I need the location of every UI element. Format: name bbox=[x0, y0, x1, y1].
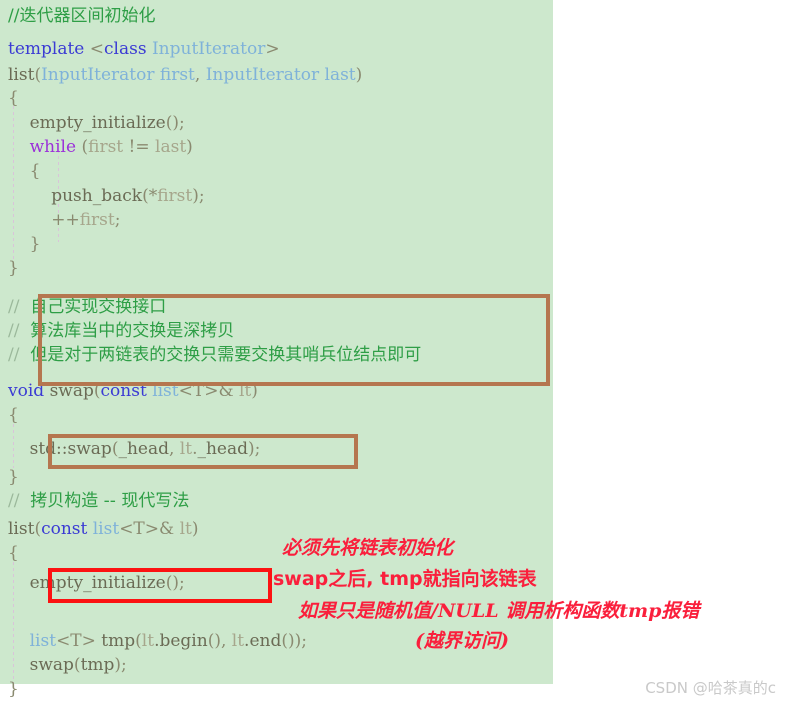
code-line: } bbox=[8, 466, 19, 488]
code-token: lt bbox=[231, 631, 245, 651]
code-token: swap bbox=[8, 655, 74, 675]
annotation-init-list: 必须先将链表初始化 bbox=[282, 537, 454, 559]
code-line: } bbox=[8, 678, 19, 700]
code-token: { bbox=[8, 88, 19, 108]
code-token: first bbox=[88, 137, 124, 157]
code-token: < bbox=[84, 39, 105, 59]
code-token: template bbox=[8, 39, 85, 59]
code-line: list(const list<T>& lt) bbox=[8, 518, 198, 540]
code-token: , bbox=[194, 65, 206, 85]
code-line: //迭代器区间初始化 bbox=[8, 5, 155, 27]
code-token: // bbox=[8, 345, 25, 365]
csdn-watermark: CSDN @哈茶真的c bbox=[645, 679, 776, 697]
code-line: list<T> tmp(lt.begin(), lt.end()); bbox=[8, 630, 307, 652]
code-line: swap(tmp); bbox=[8, 654, 127, 676]
code-token: ( bbox=[76, 137, 89, 157]
code-token: tmp bbox=[80, 655, 115, 675]
code-token: //迭代器区间初始化 bbox=[8, 6, 156, 26]
code-token: lt bbox=[141, 631, 155, 651]
annotation-swap-tmp: swap之后, tmp就指向该链表 bbox=[273, 568, 537, 590]
code-token: const bbox=[41, 519, 88, 539]
code-token: .end bbox=[244, 631, 282, 651]
code-token: <T> bbox=[56, 631, 102, 651]
code-token: <T>& bbox=[119, 519, 180, 539]
code-token: } bbox=[8, 258, 19, 278]
code-line: { bbox=[8, 404, 19, 426]
code-token: ) bbox=[355, 65, 363, 85]
code-token: (); bbox=[165, 113, 185, 133]
code-token: last bbox=[155, 137, 187, 157]
empty-initialize-highlight bbox=[48, 568, 272, 603]
code-line: while (first != last) bbox=[8, 136, 193, 158]
code-token: list bbox=[92, 519, 120, 539]
code-line: } bbox=[8, 233, 41, 255]
code-line: ++first; bbox=[8, 209, 120, 231]
code-token: ; bbox=[114, 210, 121, 230]
comment-block-highlight bbox=[38, 294, 550, 386]
code-token: ) bbox=[191, 519, 199, 539]
code-token: { bbox=[8, 405, 19, 425]
code-token: InputIterator bbox=[146, 39, 266, 59]
code-token: // bbox=[8, 321, 25, 341]
code-token: first bbox=[79, 210, 115, 230]
code-token: list bbox=[8, 65, 35, 85]
code-token: (* bbox=[142, 186, 158, 206]
code-line: { bbox=[8, 542, 19, 564]
code-token: // bbox=[8, 491, 25, 511]
annotation-out-of-bounds: (越界访问) bbox=[415, 630, 509, 652]
annotation-null-destruct: 如果只是随机值/NULL 调用析构函数tmp报错 bbox=[298, 600, 700, 622]
code-token: lt bbox=[179, 519, 192, 539]
code-token: first bbox=[157, 186, 193, 206]
code-token: tmp bbox=[101, 631, 136, 651]
code-token: ) bbox=[186, 137, 193, 157]
code-line: // 拷贝构造 -- 现代写法 bbox=[8, 490, 189, 512]
code-token: ( bbox=[73, 655, 81, 675]
code-token: } bbox=[8, 234, 41, 254]
code-token: (), bbox=[207, 631, 232, 651]
code-line: empty_initialize(); bbox=[8, 112, 185, 134]
code-token: list bbox=[8, 519, 35, 539]
code-token: InputIterator first bbox=[41, 65, 195, 85]
code-line: } bbox=[8, 257, 19, 279]
code-token: while bbox=[29, 137, 77, 157]
code-token: // bbox=[8, 297, 25, 317]
code-token: .begin bbox=[154, 631, 208, 651]
code-token: ++ bbox=[8, 210, 80, 230]
code-token: ); bbox=[192, 186, 205, 206]
code-token: { bbox=[8, 161, 41, 181]
code-token: empty_initialize bbox=[8, 113, 166, 133]
code-token: InputIterator last bbox=[205, 65, 356, 85]
code-token: } bbox=[8, 467, 19, 487]
code-token: class bbox=[104, 39, 147, 59]
code-line: push_back(*first); bbox=[8, 185, 205, 207]
code-token: push_back bbox=[8, 186, 143, 206]
code-token: != bbox=[123, 137, 156, 157]
std-swap-highlight bbox=[48, 434, 358, 469]
code-token: 拷贝构造 -- 现代写法 bbox=[24, 491, 190, 511]
code-token: > bbox=[265, 39, 280, 59]
code-token: list bbox=[29, 631, 57, 651]
code-token: ); bbox=[114, 655, 127, 675]
code-token: ()); bbox=[281, 631, 307, 651]
code-token: { bbox=[8, 543, 19, 563]
code-token: ( bbox=[135, 631, 142, 651]
code-line: { bbox=[8, 87, 19, 109]
code-line: list(InputIterator first, InputIterator … bbox=[8, 64, 362, 86]
code-line: { bbox=[8, 160, 41, 182]
code-line: template <class InputIterator> bbox=[8, 38, 280, 60]
code-token: } bbox=[8, 679, 19, 699]
